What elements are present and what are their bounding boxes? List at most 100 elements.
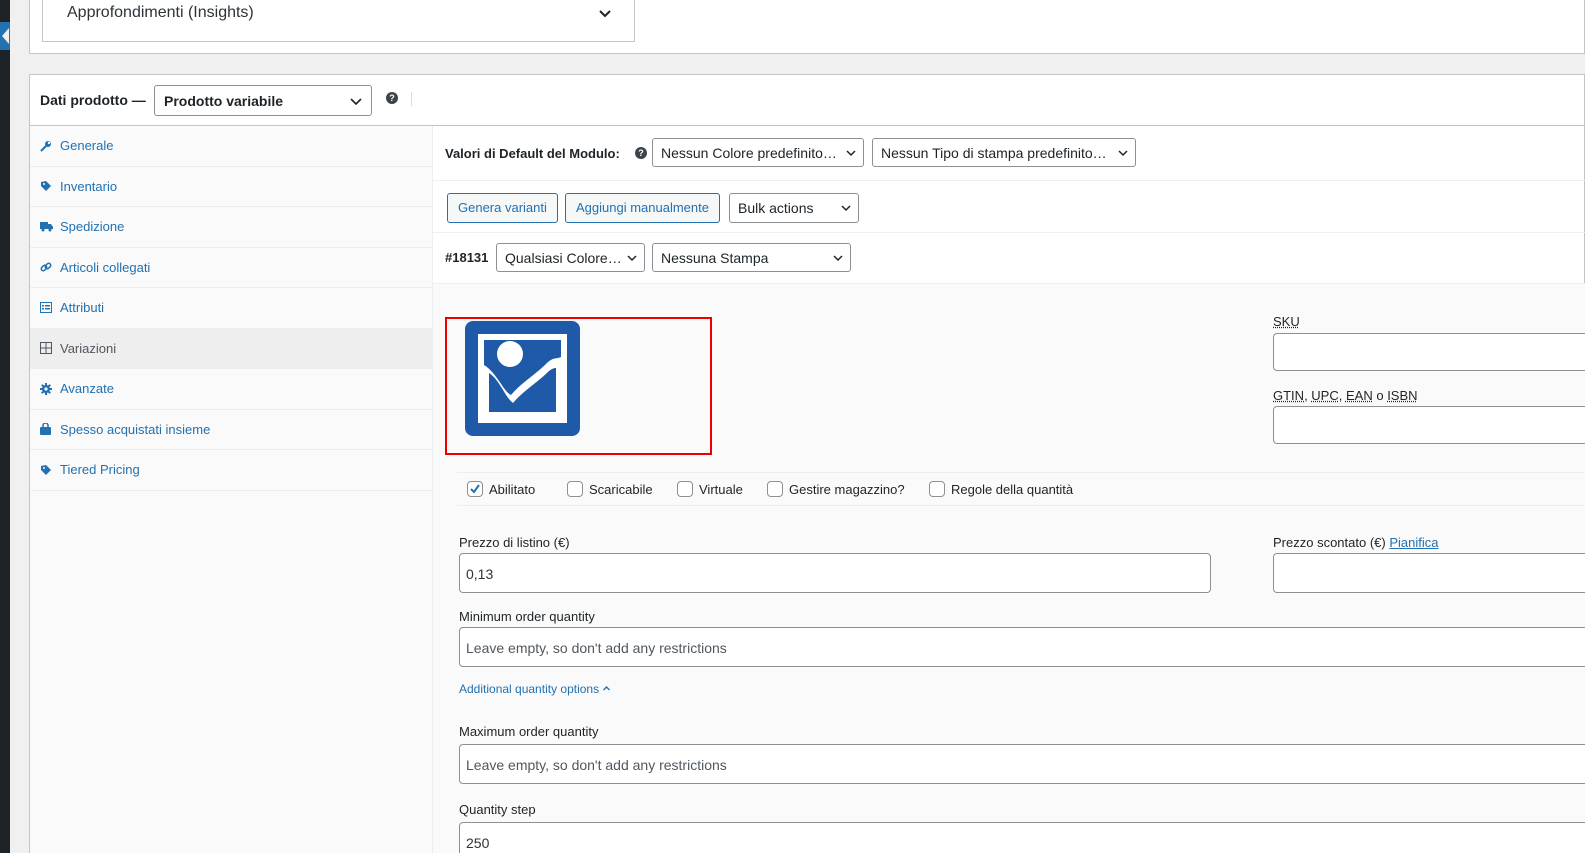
tab-inventario[interactable]: Inventario (30, 167, 432, 207)
downloadable-checkbox[interactable]: Scaricabile (567, 481, 653, 497)
min-qty-label: Minimum order quantity (459, 609, 595, 624)
variation-color-value: Qualsiasi Colore… (505, 250, 622, 266)
quantity-rules-checkbox[interactable]: Regole della quantità (929, 481, 1073, 497)
add-manually-button[interactable]: Aggiungi manualmente (565, 193, 720, 223)
virtual-checkbox[interactable]: Virtuale (677, 481, 743, 497)
tab-label: Spedizione (60, 219, 125, 235)
tab-generale[interactable]: Generale (30, 126, 432, 167)
qty-step-value: 250 (466, 835, 490, 851)
checkbox-icon[interactable] (767, 481, 783, 497)
chevron-down-icon (598, 6, 612, 23)
insights-select[interactable]: Approfondimenti (Insights) (42, 0, 635, 42)
chevron-up-icon (603, 686, 611, 691)
chevron-down-icon (1117, 146, 1129, 162)
tab-variazioni[interactable]: Variazioni (30, 328, 432, 369)
qty-step-input[interactable]: 250 (459, 822, 1585, 853)
tag-icon (40, 180, 60, 192)
variation-color-select[interactable]: Qualsiasi Colore… (496, 243, 645, 272)
wrench-icon (40, 140, 60, 152)
tab-label: Variazioni (60, 340, 117, 356)
insights-panel: Approfondimenti (Insights) (29, 0, 1585, 54)
product-type-select[interactable]: Prodotto variabile (154, 85, 372, 116)
checkbox-label: Gestire magazzino? (789, 481, 905, 497)
max-qty-label: Maximum order quantity (459, 724, 599, 739)
regular-price-label: Prezzo di listino (€) (459, 535, 570, 550)
product-data-tabs: Generale Inventario Spedizione Articoli … (30, 126, 433, 853)
gtin-input[interactable] (1273, 406, 1585, 444)
additional-quantity-options-link[interactable]: Additional quantity options (459, 682, 611, 696)
checkbox-icon[interactable] (567, 481, 583, 497)
tab-label: Inventario (60, 178, 118, 194)
checkbox-label: Abilitato (489, 481, 536, 497)
gtin-label: GTIN, UPC, EAN o ISBN (1273, 388, 1418, 403)
tab-label: Generale (60, 138, 114, 154)
variation-header[interactable]: #18131 Qualsiasi Colore… Nessuna Stampa (433, 233, 1585, 284)
min-qty-placeholder: Leave empty, so don't add any restrictio… (466, 640, 727, 656)
tab-spedizione[interactable]: Spedizione (30, 207, 432, 248)
sale-price-input[interactable] (1273, 553, 1585, 593)
variation-image-highlight (445, 317, 712, 455)
product-data-panel: Dati prodotto — Prodotto variabile ? Gen… (29, 74, 1585, 853)
max-qty-input[interactable]: Leave empty, so don't add any restrictio… (459, 744, 1585, 784)
checkbox-icon[interactable] (929, 481, 945, 497)
variation-options: Abilitato Scaricabile Virtuale Gestire m… (457, 472, 1585, 506)
tab-label: Tiered Pricing (60, 462, 140, 478)
bag-icon (40, 423, 60, 436)
sale-price-label: Prezzo scontato (€) Pianifica (1273, 535, 1439, 550)
generate-variations-button[interactable]: Genera varianti (447, 193, 558, 223)
tab-label: Articoli collegati (60, 259, 151, 275)
bulk-actions-select[interactable]: Bulk actions (729, 193, 859, 223)
checkbox-checked-icon[interactable] (467, 481, 483, 497)
help-icon[interactable]: ? (386, 92, 398, 104)
chevron-down-icon (840, 201, 852, 217)
chevron-down-icon (832, 251, 844, 267)
default-print-select[interactable]: Nessun Tipo di stampa predefinito… (872, 138, 1136, 167)
variation-body: SKU GTIN, UPC, EAN o ISBN Abilitato Scar… (433, 284, 1585, 853)
header-divider (411, 92, 412, 106)
default-color-select[interactable]: Nessun Colore predefinito… (652, 138, 864, 167)
schedule-link[interactable]: Pianifica (1389, 535, 1438, 550)
checkbox-label: Regole della quantità (951, 481, 1074, 497)
tab-articoli-collegati[interactable]: Articoli collegati (30, 248, 432, 288)
variation-print-select[interactable]: Nessuna Stampa (652, 243, 851, 272)
sku-label: SKU (1273, 314, 1300, 329)
product-data-title: Dati prodotto — (40, 92, 146, 108)
sku-input[interactable] (1273, 333, 1585, 371)
tab-label: Avanzate (60, 381, 114, 397)
help-icon[interactable]: ? (635, 147, 647, 159)
product-data-header: Dati prodotto — Prodotto variabile ? (30, 75, 1584, 126)
checkbox-label: Virtuale (699, 481, 743, 497)
tab-spesso-acquistati-insieme[interactable]: Spesso acquistati insieme (30, 410, 432, 450)
tab-tiered-pricing[interactable]: Tiered Pricing (30, 450, 432, 491)
image-placeholder-icon[interactable] (465, 321, 580, 436)
grid-icon (40, 342, 60, 355)
default-values-row: Valori di Default del Modulo: ? Nessun C… (433, 126, 1585, 181)
admin-menu-strip (0, 0, 10, 853)
qty-step-label: Quantity step (459, 802, 536, 817)
tab-label: Attributi (60, 300, 105, 316)
product-type-value: Prodotto variabile (164, 93, 284, 109)
default-values-label: Valori di Default del Modulo: (445, 146, 620, 161)
admin-menu-arrow (2, 28, 9, 44)
list-icon (40, 302, 60, 314)
variation-id: #18131 (445, 250, 489, 265)
truck-icon (40, 221, 60, 232)
link-icon (40, 261, 60, 273)
manage-stock-checkbox[interactable]: Gestire magazzino? (767, 481, 905, 497)
tab-label: Spesso acquistati insieme (60, 421, 211, 437)
chevron-down-icon (845, 146, 857, 162)
tab-avanzate[interactable]: Avanzate (30, 369, 432, 410)
regular-price-input[interactable]: 0,13 (459, 553, 1211, 593)
checkbox-label: Scaricabile (589, 481, 653, 497)
enabled-checkbox[interactable]: Abilitato (467, 481, 535, 497)
tab-attributi[interactable]: Attributi (30, 288, 432, 329)
gear-icon (40, 382, 60, 395)
regular-price-value: 0,13 (466, 566, 494, 582)
checkbox-icon[interactable] (677, 481, 693, 497)
chevron-down-icon (626, 251, 638, 267)
min-qty-input[interactable]: Leave empty, so don't add any restrictio… (459, 627, 1585, 667)
tag-icon (40, 464, 60, 476)
chevron-down-icon (349, 94, 363, 111)
variation-print-value: Nessuna Stampa (661, 250, 769, 266)
variation-actions-row: Genera varianti Aggiungi manualmente Bul… (433, 181, 1585, 233)
